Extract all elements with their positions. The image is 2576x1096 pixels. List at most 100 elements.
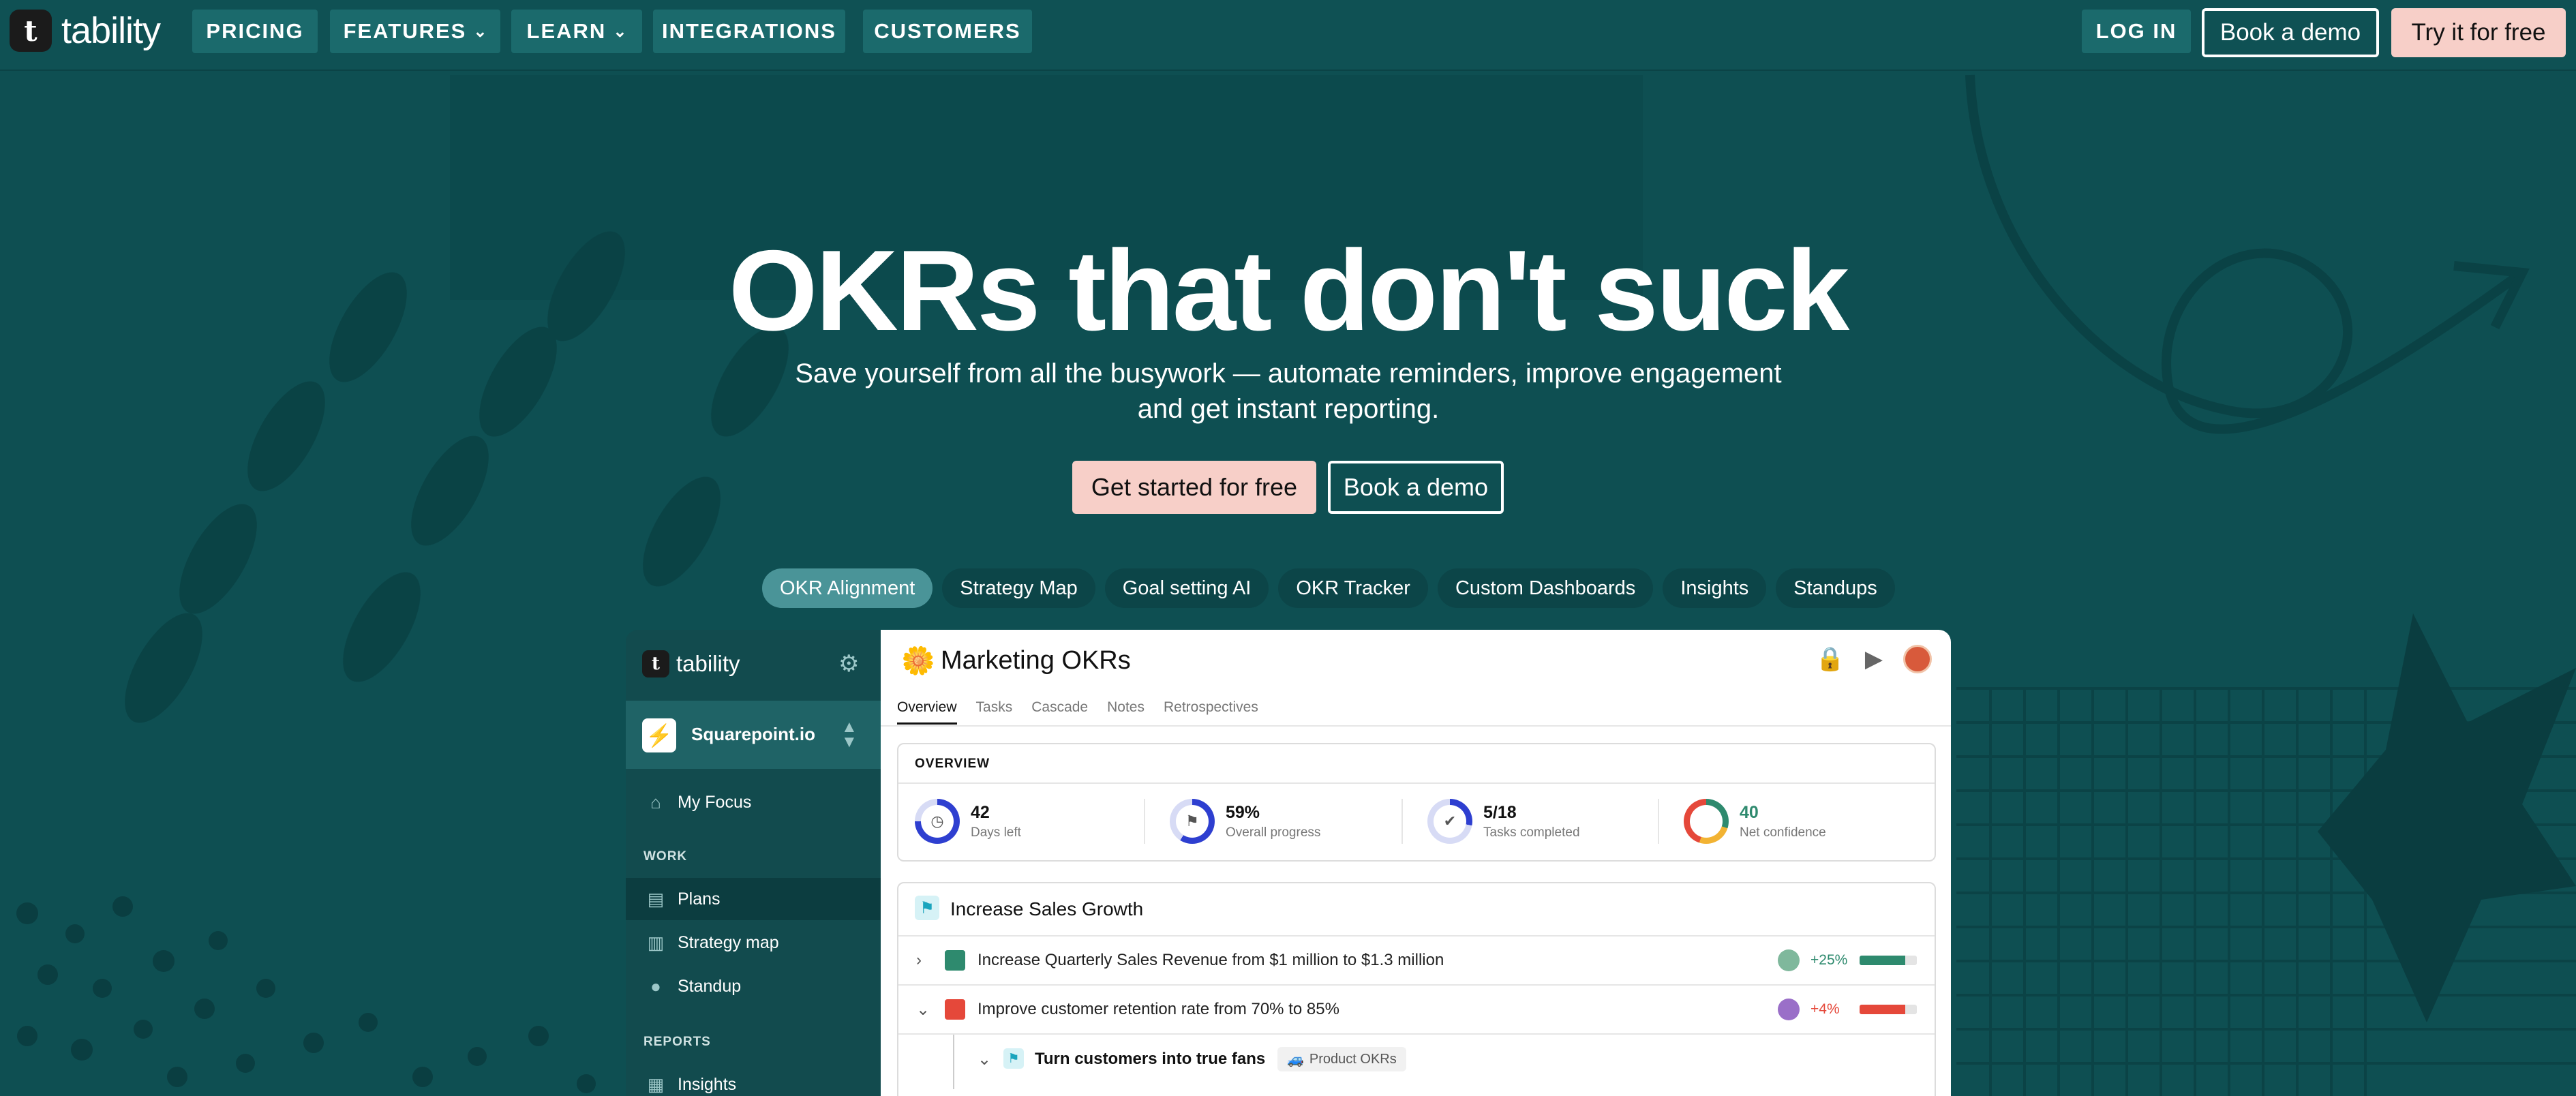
overview-card: OVERVIEW ◷ 42 Days left ⚑ 59% Overall pr…	[897, 743, 1936, 862]
hero-book-demo-button[interactable]: Book a demo	[1328, 461, 1504, 514]
home-icon: ⌂	[650, 791, 661, 812]
avatar[interactable]	[1903, 645, 1932, 673]
lock-icon[interactable]: 🔒	[1816, 645, 1845, 673]
nav-learn[interactable]: LEARN ⌄	[511, 10, 642, 53]
plan-title: Marketing OKRs	[941, 646, 1131, 675]
hero-subtitle: Save yourself from all the busywork — au…	[795, 359, 1782, 424]
progress-bar	[1860, 1005, 1917, 1014]
tab-tasks[interactable]: Tasks	[976, 699, 1013, 725]
chevron-right-icon[interactable]: ›	[916, 951, 922, 970]
check-ring-icon: ✔	[1427, 799, 1472, 844]
divider	[881, 725, 1951, 727]
feature-tabs: OKR Alignment Strategy Map Goal setting …	[762, 568, 1895, 608]
plan-tag-label: Product OKRs	[1309, 1051, 1397, 1067]
sidebar-header-work: WORK	[643, 849, 688, 864]
progress-fill	[1860, 1005, 1906, 1014]
sub-objective-row[interactable]: ⌄ ⚑ Turn customers into true fans 🚙 Prod…	[898, 1033, 1935, 1089]
divider	[1658, 799, 1659, 844]
sidebar-item-label: Insights	[678, 1074, 737, 1094]
plan-emoji-icon: 🌼	[901, 646, 935, 676]
stat-value: 40	[1740, 802, 1759, 822]
tab-okr-alignment[interactable]: OKR Alignment	[762, 568, 933, 608]
clock-ring-icon: ◷	[915, 799, 960, 844]
chevron-down-icon[interactable]: ⌄	[978, 1050, 991, 1069]
tab-standups[interactable]: Standups	[1776, 568, 1895, 608]
tab-insights[interactable]: Insights	[1663, 568, 1767, 608]
sidebar-item-strategy-map[interactable]: ▥ Strategy map	[626, 922, 881, 964]
sidebar-item-label: Standup	[678, 976, 742, 996]
workspace-switcher[interactable]: ⚡ Squarepoint.io ▲ ▼	[626, 701, 881, 769]
tree-line	[953, 1035, 954, 1089]
logo-text: tability	[61, 10, 161, 51]
hero-title: OKRs that don't suck	[728, 226, 1849, 354]
avatar	[1778, 949, 1800, 971]
stat-label: Net confidence	[1740, 825, 1826, 840]
chevron-down-icon[interactable]: ⌄	[916, 1000, 930, 1020]
key-result-text: Increase Quarterly Sales Revenue from $1…	[978, 951, 1444, 969]
top-navigation: t tability PRICING FEATURES ⌄ LEARN ⌄ IN…	[0, 0, 2576, 71]
status-square-icon	[945, 950, 965, 971]
plan-tag[interactable]: 🚙 Product OKRs	[1277, 1047, 1406, 1071]
document-icon: ▤	[647, 888, 665, 909]
sub-objective-title: Turn customers into true fans	[1035, 1050, 1266, 1068]
chat-icon: ●	[650, 975, 661, 996]
nav-integrations[interactable]: INTEGRATIONS	[653, 10, 845, 53]
stat-overall-progress: ⚑ 59% Overall progress	[1170, 799, 1320, 844]
sidebar-item-insights[interactable]: ▦ Insights	[626, 1063, 881, 1096]
nav-customers[interactable]: CUSTOMERS	[863, 10, 1032, 53]
divider	[1144, 799, 1145, 844]
nav-pricing-label: PRICING	[206, 19, 304, 43]
tab-okr-tracker[interactable]: OKR Tracker	[1278, 568, 1428, 608]
nav-learn-label: LEARN	[526, 19, 607, 43]
get-started-button[interactable]: Get started for free	[1072, 461, 1316, 514]
sidebar-item-plans[interactable]: ▤ Plans	[626, 878, 881, 920]
progress-fill	[1860, 956, 1906, 965]
tab-goal-setting-ai[interactable]: Goal setting AI	[1104, 568, 1269, 608]
login-label: LOG IN	[2095, 19, 2177, 43]
flag-ring-icon: ⚑	[1170, 799, 1215, 844]
confidence-ring-icon	[1684, 799, 1729, 844]
divider	[898, 782, 1935, 784]
sidebar-logo[interactable]: t tability	[642, 650, 740, 678]
stat-net-confidence: 40 Net confidence	[1684, 799, 1826, 844]
objective-title[interactable]: Increase Sales Growth	[950, 898, 1143, 920]
key-result-row[interactable]: ⌄ Improve customer retention rate from 7…	[898, 984, 1935, 1033]
overview-header: OVERVIEW	[915, 757, 990, 771]
stat-value: 5/18	[1483, 802, 1517, 822]
sidebar-item-label: My Focus	[678, 792, 752, 812]
nav-features-label: FEATURES	[343, 19, 467, 43]
tab-overview[interactable]: Overview	[897, 699, 957, 725]
tab-retrospectives[interactable]: Retrospectives	[1164, 699, 1258, 725]
key-result-delta: +25%	[1810, 952, 1848, 968]
sidebar-item-my-focus[interactable]: ⌂ My Focus	[626, 781, 881, 823]
nav-pricing[interactable]: PRICING	[192, 10, 318, 53]
tab-custom-dashboards[interactable]: Custom Dashboards	[1437, 568, 1654, 608]
gear-icon[interactable]: ⚙	[838, 650, 859, 678]
columns-icon: ▥	[647, 932, 665, 953]
plan-tabs: Overview Tasks Cascade Notes Retrospecti…	[897, 699, 1258, 725]
sidebar-item-standup[interactable]: ● Standup	[626, 965, 881, 1007]
app-main-panel: 🌼 Marketing OKRs 🔒 ▶ Overview Tasks Casc…	[881, 630, 1951, 1096]
key-result-row[interactable]: › Increase Quarterly Sales Revenue from …	[898, 935, 1935, 984]
tab-notes[interactable]: Notes	[1107, 699, 1145, 725]
tab-cascade[interactable]: Cascade	[1031, 699, 1088, 725]
sidebar-logo-text: tability	[676, 651, 740, 676]
stat-tasks-completed: ✔ 5/18 Tasks completed	[1427, 799, 1580, 844]
logo[interactable]: t tability	[10, 10, 161, 52]
book-demo-button[interactable]: Book a demo	[2202, 8, 2379, 57]
chevron-down-icon: ⌄	[473, 22, 487, 41]
logo-mark-icon: t	[642, 650, 669, 678]
login-button[interactable]: LOG IN	[2082, 10, 2191, 53]
objective-card: ⚑ Increase Sales Growth › Increase Quart…	[897, 882, 1936, 1096]
workspace-name: Squarepoint.io	[691, 724, 815, 744]
tab-strategy-map[interactable]: Strategy Map	[942, 568, 1095, 608]
sort-arrows-icon: ▲ ▼	[841, 718, 858, 751]
video-icon[interactable]: ▶	[1865, 645, 1883, 673]
chart-icon: ▦	[647, 1074, 665, 1095]
sidebar-item-label: Strategy map	[678, 932, 779, 952]
stat-label: Tasks completed	[1483, 825, 1580, 840]
flag-icon: ⚑	[915, 896, 939, 920]
try-free-button[interactable]: Try it for free	[2391, 8, 2566, 57]
nav-customers-label: CUSTOMERS	[874, 19, 1021, 43]
nav-features[interactable]: FEATURES ⌄	[330, 10, 500, 53]
